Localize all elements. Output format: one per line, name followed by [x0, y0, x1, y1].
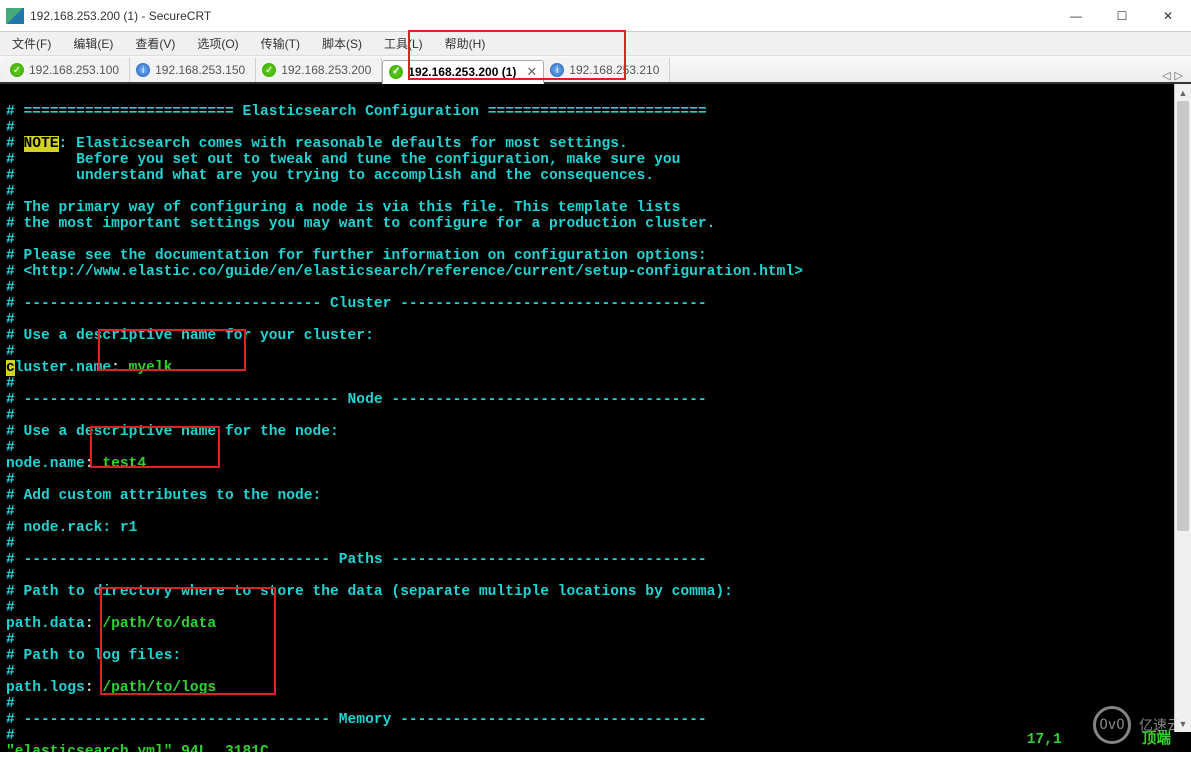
line-hash: # [6, 728, 15, 744]
line-hash: # [6, 376, 15, 392]
watermark-text: 亿速云 [1139, 715, 1181, 735]
line-hash: # [6, 664, 15, 680]
tab-label: 192.168.253.200 (1) [408, 65, 516, 79]
menu-transfer[interactable]: 传输(T) [261, 35, 300, 52]
line-sec-memory: # ----------------------------------- Me… [6, 712, 707, 728]
terminal-wrapper: # ======================== Elasticsearch… [0, 84, 1191, 752]
tab-next[interactable]: ▷ [1175, 69, 1183, 82]
line-sec-cluster: # ---------------------------------- Clu… [6, 296, 707, 312]
window-title: 192.168.253.200 (1) - SecureCRT [30, 9, 1053, 23]
maximize-button[interactable]: ☐ [1099, 1, 1145, 31]
line-para2a: # The primary way of configuring a node … [6, 200, 680, 216]
menu-options[interactable]: 选项(O) [197, 35, 238, 52]
scrollbar-track[interactable] [1175, 101, 1191, 715]
line-hash: # [6, 280, 15, 296]
tab-label: 192.168.253.210 [569, 63, 659, 77]
line-header: # ======================== Elasticsearch… [6, 104, 707, 120]
tab-navigation: ◁ ▷ [1162, 69, 1191, 82]
line-sec-paths: # ----------------------------------- Pa… [6, 552, 707, 568]
minimize-button[interactable]: — [1053, 1, 1099, 31]
check-icon: ✓ [10, 63, 24, 77]
line-hash: # [6, 632, 15, 648]
status-line-left: "elasticsearch.yml" 94L, 3181C [6, 744, 269, 752]
line-hash: # [6, 120, 15, 136]
tab-3-active[interactable]: ✓ 192.168.253.200 (1) ✕ [382, 60, 544, 84]
line-note1: # NOTE: Elasticsearch comes with reasona… [6, 136, 628, 152]
check-icon: ✓ [389, 65, 403, 79]
line-hash: # [6, 536, 15, 552]
line-hash: # [6, 344, 15, 360]
line-path-data: path.data: /path/to/data [6, 616, 216, 632]
check-icon: ✓ [262, 63, 276, 77]
line-note2: # Before you set out to tweak and tune t… [6, 152, 680, 168]
tab-label: 192.168.253.200 [281, 63, 371, 77]
tab-4[interactable]: i 192.168.253.210 [544, 58, 670, 82]
tab-prev[interactable]: ◁ [1162, 69, 1170, 82]
line-node-name: node.name: test4 [6, 456, 146, 472]
annotation-box-paths [100, 587, 276, 695]
tab-label: 192.168.253.150 [155, 63, 245, 77]
line-para2b: # the most important settings you may wa… [6, 216, 715, 232]
watermark-icon: OvO [1093, 706, 1131, 744]
vertical-scrollbar[interactable]: ▲ ▼ [1174, 84, 1191, 732]
menu-file[interactable]: 文件(F) [12, 35, 51, 52]
line-note3: # understand what are you trying to acco… [6, 168, 654, 184]
line-hash: # [6, 568, 15, 584]
menu-edit[interactable]: 编辑(E) [73, 35, 113, 52]
line-path-logs: path.logs: /path/to/logs [6, 680, 216, 696]
tab-2[interactable]: ✓ 192.168.253.200 [256, 58, 382, 82]
tab-1[interactable]: i 192.168.253.150 [130, 58, 256, 82]
line-hash: # [6, 232, 15, 248]
line-attr-desc: # Add custom attributes to the node: [6, 488, 321, 504]
line-para3a: # Please see the documentation for furth… [6, 248, 707, 264]
titlebar: 192.168.253.200 (1) - SecureCRT — ☐ ✕ [0, 0, 1191, 32]
menu-view[interactable]: 查看(V) [135, 35, 175, 52]
line-hash: # [6, 184, 15, 200]
line-hash: # [6, 408, 15, 424]
app-icon [6, 8, 24, 24]
scroll-up-button[interactable]: ▲ [1175, 84, 1191, 101]
line-sec-node: # ------------------------------------ N… [6, 392, 707, 408]
line-hash: # [6, 696, 15, 712]
tab-close-icon[interactable]: ✕ [526, 64, 537, 80]
info-icon: i [136, 63, 150, 77]
line-hash: # [6, 472, 15, 488]
line-cluster-desc: # Use a descriptive name for your cluste… [6, 328, 374, 344]
line-hash: # [6, 440, 15, 456]
line-hash: # [6, 504, 15, 520]
menu-script[interactable]: 脚本(S) [322, 35, 362, 52]
line-hash: # [6, 312, 15, 328]
watermark: OvO 亿速云 [1093, 706, 1181, 744]
tab-label: 192.168.253.100 [29, 63, 119, 77]
terminal[interactable]: # ======================== Elasticsearch… [0, 84, 1191, 752]
info-icon: i [550, 63, 564, 77]
menubar: 文件(F) 编辑(E) 查看(V) 选项(O) 传输(T) 脚本(S) 工具(L… [0, 32, 1191, 56]
line-node-desc: # Use a descriptive name for the node: [6, 424, 339, 440]
line-attr: # node.rack: r1 [6, 520, 137, 536]
tabbar: ✓ 192.168.253.100 i 192.168.253.150 ✓ 19… [0, 56, 1191, 84]
cursor-position: 17,1 [1027, 732, 1062, 748]
line-hash: # [6, 600, 15, 616]
line-para3b: # <http://www.elastic.co/guide/en/elasti… [6, 264, 803, 280]
line-log-desc: # Path to log files: [6, 648, 181, 664]
line-paths-desc: # Path to directory where to store the d… [6, 584, 733, 600]
menu-tools[interactable]: 工具(L) [384, 35, 423, 52]
menu-help[interactable]: 帮助(H) [445, 35, 486, 52]
line-cluster-name: cluster.name: myelk [6, 360, 172, 376]
close-button[interactable]: ✕ [1145, 1, 1191, 31]
window-controls: — ☐ ✕ [1053, 1, 1191, 31]
tab-0[interactable]: ✓ 192.168.253.100 [4, 58, 130, 82]
scrollbar-thumb[interactable] [1177, 101, 1189, 531]
